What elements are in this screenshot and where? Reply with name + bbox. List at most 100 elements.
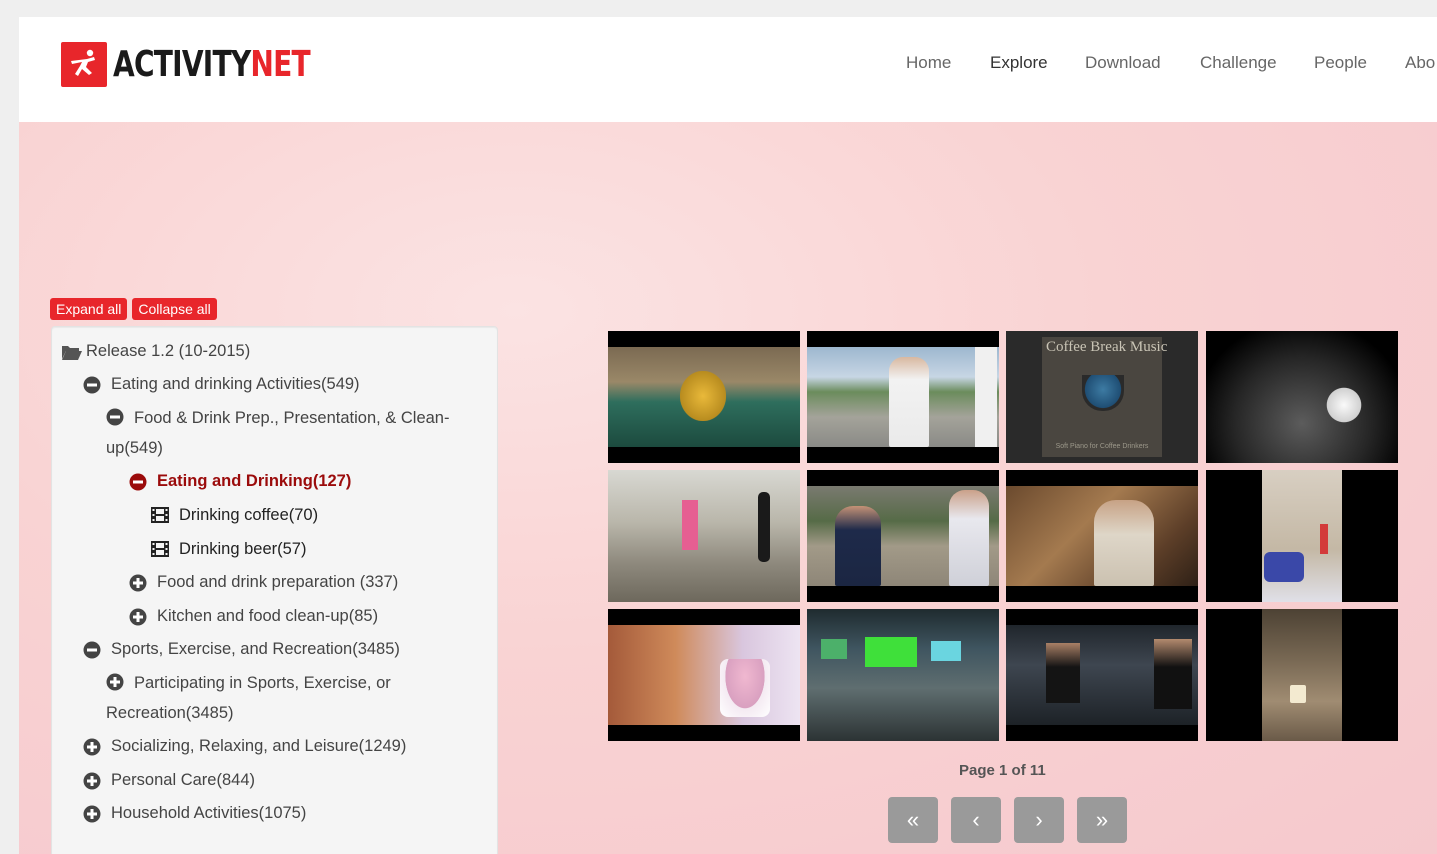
tree-node[interactable]: Socializing, Relaxing, and Leisure(1249) — [83, 737, 406, 756]
logo-figure-icon — [61, 41, 107, 87]
tree-node-label: Food and drink preparation (337) — [157, 573, 399, 591]
thumbnail-detail — [1094, 500, 1154, 586]
last-page-button[interactable]: » — [1077, 797, 1127, 843]
video-thumbnail[interactable] — [608, 331, 800, 463]
thumbnail-image — [807, 609, 999, 741]
plus-circle-icon — [129, 574, 147, 592]
plus-circle-icon — [83, 805, 101, 823]
tree-controls: Expand all Collapse all — [50, 298, 217, 320]
thumbnail-image — [1262, 609, 1342, 741]
tree-node-selected[interactable]: Eating and Drinking(127) — [129, 472, 351, 491]
video-thumbnail[interactable] — [1206, 609, 1398, 741]
nav-people[interactable]: People — [1314, 53, 1367, 73]
video-thumbnail[interactable] — [807, 609, 999, 741]
thumbnail-detail — [1264, 552, 1304, 582]
minus-circle-icon — [129, 473, 147, 491]
video-thumbnail[interactable] — [1206, 331, 1398, 463]
nav-download[interactable]: Download — [1085, 53, 1161, 73]
logo-text-net: NET — [250, 43, 310, 85]
plus-circle-icon — [106, 673, 124, 691]
page-indicator: Page 1 of 11 — [959, 762, 1046, 779]
nav-challenge[interactable]: Challenge — [1200, 53, 1277, 73]
film-icon — [151, 506, 169, 525]
tree-node[interactable]: Household Activities(1075) — [83, 804, 306, 823]
chevron-left-icon: ‹ — [972, 807, 980, 832]
tree-node[interactable]: Participating in Sports, Exercise, or Re… — [106, 668, 436, 728]
tree-node-label: Eating and drinking Activities(549) — [111, 375, 360, 393]
tree-leaf[interactable]: Drinking coffee(70) — [151, 506, 318, 525]
thumbnail-image — [1206, 331, 1398, 463]
thumbnail-detail — [975, 347, 997, 447]
tree-leaf-label: Drinking coffee(70) — [179, 506, 319, 524]
double-chevron-right-icon: » — [1095, 807, 1109, 832]
expand-all-button[interactable]: Expand all — [50, 298, 128, 320]
logo-text-activity: ACTIVITY — [113, 43, 251, 85]
tree-root[interactable]: Release 1.2 (10-2015) — [61, 342, 250, 361]
video-thumbnail[interactable]: Coffee Break Music Soft Piano for Coffee… — [1006, 331, 1198, 463]
thumbnail-detail — [758, 492, 770, 562]
thumbnail-detail — [889, 357, 929, 447]
thumbnail-detail — [682, 500, 698, 550]
thumbnail-detail — [865, 637, 917, 667]
collapse-all-button[interactable]: Collapse all — [132, 298, 217, 320]
thumbnail-detail — [949, 490, 989, 586]
video-thumbnail[interactable] — [608, 609, 800, 741]
nav-home[interactable]: Home — [906, 53, 951, 73]
tree-node-label: Eating and Drinking(127) — [157, 472, 352, 490]
thumbnail-image — [608, 625, 800, 725]
thumbnail-detail — [931, 641, 961, 661]
tree-node[interactable]: Eating and drinking Activities(549) — [83, 375, 360, 394]
tree-node-label: Participating in Sports, Exercise, or Re… — [106, 674, 391, 722]
tree-node[interactable]: Personal Care(844) — [83, 771, 255, 790]
double-chevron-left-icon: « — [906, 807, 920, 832]
tree-node-label: Food & Drink Prep., Presentation, & Clea… — [106, 409, 450, 457]
nav-about[interactable]: Abo — [1405, 53, 1435, 73]
video-thumbnail[interactable] — [807, 331, 999, 463]
thumbnail-detail — [1154, 639, 1192, 709]
folder-open-icon — [61, 343, 83, 361]
minus-circle-icon — [83, 376, 101, 394]
thumbnail-detail — [835, 506, 881, 586]
thumbnail-detail — [680, 371, 726, 421]
tree-node[interactable]: Kitchen and food clean-up(85) — [129, 607, 378, 626]
thumbnail-detail — [1320, 524, 1328, 554]
first-page-button[interactable]: « — [888, 797, 938, 843]
minus-circle-icon — [83, 641, 101, 659]
plus-circle-icon — [129, 608, 147, 626]
thumbnail-detail — [821, 639, 847, 659]
video-thumbnail[interactable] — [1206, 470, 1398, 602]
plus-circle-icon — [83, 772, 101, 790]
tree-root-label: Release 1.2 (10-2015) — [86, 342, 251, 360]
page-background: ACTIVITYNET Home Explore Download Challe… — [19, 17, 1437, 854]
next-page-button[interactable]: › — [1014, 797, 1064, 843]
thumbnail-detail — [1290, 685, 1306, 703]
thumbnail-image — [1262, 470, 1342, 602]
tree-node[interactable]: Sports, Exercise, and Recreation(3485) — [83, 640, 400, 659]
video-thumbnail[interactable] — [608, 470, 800, 602]
prev-page-button[interactable]: ‹ — [951, 797, 1001, 843]
film-icon — [151, 540, 169, 559]
nav-explore[interactable]: Explore — [990, 53, 1048, 73]
video-thumbnail[interactable] — [1006, 470, 1198, 602]
tree-node-label: Socializing, Relaxing, and Leisure(1249) — [111, 737, 407, 755]
tree-node-label: Sports, Exercise, and Recreation(3485) — [111, 640, 400, 658]
minus-circle-icon — [106, 408, 124, 426]
chevron-right-icon: › — [1035, 807, 1043, 832]
taxonomy-tree: Release 1.2 (10-2015) Eating and drinkin… — [51, 326, 498, 854]
activitynet-logo[interactable]: ACTIVITYNET — [61, 41, 365, 87]
thumbnail-title: Coffee Break Music — [1046, 339, 1168, 355]
site-header: ACTIVITYNET Home Explore Download Challe… — [19, 17, 1437, 122]
thumbnail-detail — [1324, 385, 1364, 425]
tree-node-label: Personal Care(844) — [111, 771, 255, 789]
tree-node-label: Kitchen and food clean-up(85) — [157, 607, 379, 625]
thumbnail-image — [608, 470, 800, 602]
plus-circle-icon — [83, 738, 101, 756]
video-thumbnail[interactable] — [1006, 609, 1198, 741]
tree-leaf[interactable]: Drinking beer(57) — [151, 540, 306, 559]
tree-node[interactable]: Food and drink preparation (337) — [129, 573, 398, 592]
tree-node-label: Household Activities(1075) — [111, 804, 307, 822]
thumbnail-detail — [1046, 643, 1080, 703]
tree-node[interactable]: Food & Drink Prep., Presentation, & Clea… — [106, 403, 476, 463]
logo-wordmark: ACTIVITYNET — [113, 43, 311, 85]
video-thumbnail[interactable] — [807, 470, 999, 602]
